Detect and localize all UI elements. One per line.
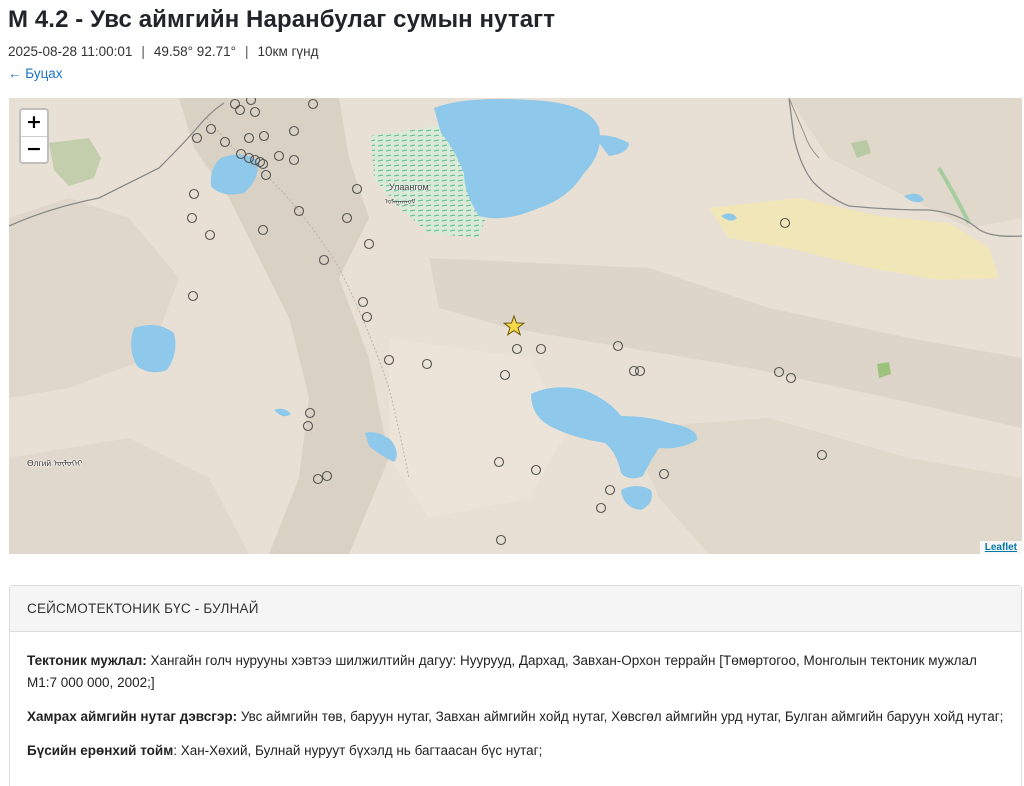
- info-label: Тектоник мужлал:: [27, 653, 147, 668]
- info-row-territory: Хамрах аймгийн нутаг дэвсгэр: Увс аймгий…: [27, 706, 1004, 728]
- place-label-ulaangom: Улаангом: [389, 182, 429, 192]
- info-row-tectonic: Тектоник мужлал: Хангайн голч нурууны хэ…: [27, 650, 1004, 694]
- place-label-olgii: Өлгий ᠥᠯᠦᠭᠡᠢ: [27, 458, 83, 468]
- info-row-overview: Бүсийн ерөнхий тойм: Хан-Хөхий, Булнай н…: [27, 740, 1004, 762]
- zoom-out-button[interactable]: −: [21, 136, 47, 162]
- meta-separator: |: [141, 44, 145, 59]
- panel-body: Тектоник мужлал: Хангайн голч нурууны хэ…: [10, 632, 1021, 762]
- map-attribution-link[interactable]: Leaflet: [979, 541, 1022, 554]
- zoom-control: + −: [19, 108, 49, 164]
- event-datetime: 2025-08-28 11:00:01: [8, 44, 133, 59]
- panel-header: СЕЙСМОТЕКТОНИК БҮС - БУЛНАЙ: [10, 586, 1021, 632]
- place-label-ulaangom-native: ᠤᠯᠠᠭᠠᠨᠭᠣᠮ: [385, 199, 416, 206]
- earthquake-map[interactable]: Улаангом ᠤᠯᠠᠭᠠᠨᠭᠣᠮ Өлгий ᠥᠯᠦᠭᠡᠢ + − Leaf…: [9, 98, 1022, 554]
- meta-separator: |: [245, 44, 249, 59]
- info-text: Хангайн голч нурууны хэвтээ шилжилтийн д…: [27, 653, 977, 690]
- event-depth: 10км гүнд: [257, 44, 319, 59]
- info-label: Бүсийн ерөнхий тойм: [27, 743, 174, 758]
- zoom-in-button[interactable]: +: [21, 110, 47, 136]
- info-text: Увс аймгийн төв, баруун нутаг, Завхан ай…: [237, 709, 1004, 724]
- back-link[interactable]: ← Буцах: [8, 66, 63, 81]
- event-coordinates: 49.58° 92.71°: [153, 44, 236, 59]
- info-text: : Хан-Хөхий, Булнай нуруут бүхэлд нь баг…: [173, 743, 543, 758]
- info-label: Хамрах аймгийн нутаг дэвсгэр:: [27, 709, 238, 724]
- lake-west: [131, 324, 176, 373]
- page-title: M 4.2 - Увс аймгийн Наранбулаг сумын нут…: [8, 6, 556, 33]
- map-basemap: [9, 98, 1022, 554]
- seismotectonic-panel: СЕЙСМОТЕКТОНИК БҮС - БУЛНАЙ Тектоник муж…: [9, 585, 1022, 786]
- event-meta: 2025-08-28 11:00:01 | 49.58° 92.71° | 10км г…: [8, 44, 318, 59]
